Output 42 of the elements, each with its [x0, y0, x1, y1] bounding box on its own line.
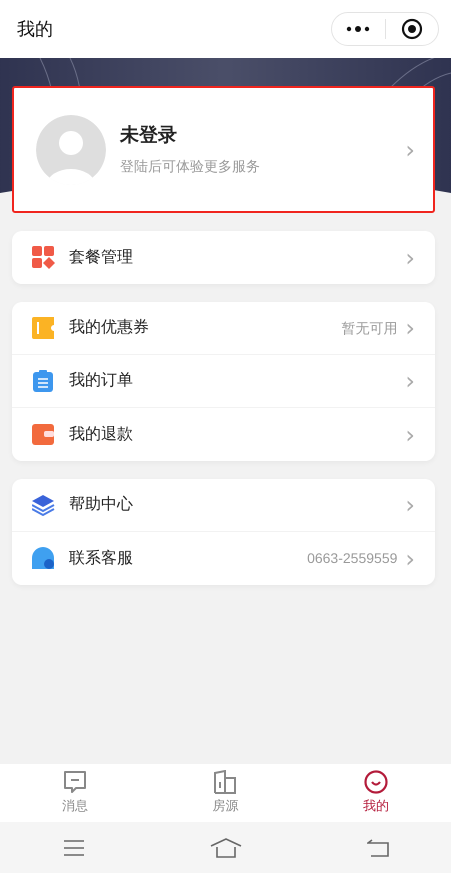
chevron-icon: ›	[405, 546, 415, 570]
grid-icon	[32, 246, 55, 269]
tab[interactable]: 消息	[0, 764, 150, 822]
tab[interactable]: 房源	[150, 764, 301, 822]
profile-hint: 登陆后可体验更多服务	[120, 157, 261, 176]
chevron-icon: ›	[405, 369, 415, 393]
chevron-icon: ›	[405, 493, 415, 517]
menu-item[interactable]: 联系客服 0663-2559559 ›	[12, 532, 435, 585]
clipboard-icon	[32, 370, 55, 392]
chevron-icon: ›	[405, 316, 415, 340]
avatar-icon	[36, 114, 106, 184]
message-icon	[63, 770, 88, 794]
menu-item[interactable]: 我的优惠券 暂无可用 ›	[12, 302, 435, 355]
smile-icon	[364, 770, 388, 794]
page-title: 我的	[17, 18, 53, 40]
close-icon[interactable]	[400, 18, 423, 40]
chevron-icon: ›	[405, 422, 415, 446]
menu-item[interactable]: 我的订单 ›	[12, 355, 435, 408]
menu-label: 联系客服	[69, 548, 134, 568]
profile-card[interactable]: 未登录 登陆后可体验更多服务 ›	[12, 86, 435, 213]
tab[interactable]: 我的	[300, 764, 451, 822]
wallet-icon	[32, 423, 55, 446]
menu-value: 0663-2559559	[307, 549, 398, 568]
menu-label: 我的订单	[69, 370, 134, 391]
profile-name: 未登录	[120, 124, 178, 148]
menu-label: 套餐管理	[69, 248, 134, 268]
home-icon[interactable]	[210, 838, 242, 858]
menu-label: 我的优惠券	[69, 318, 150, 338]
menu-item[interactable]: 帮助中心 ›	[12, 479, 435, 532]
menu-item[interactable]: 我的退款 ›	[12, 408, 435, 461]
menu-value: 暂无可用	[341, 318, 398, 338]
menu-label: 我的退款	[69, 424, 134, 444]
ticket-icon	[32, 316, 55, 340]
menu-label: 帮助中心	[69, 494, 134, 515]
chevron-icon: ›	[405, 138, 415, 162]
layers-icon	[32, 494, 55, 516]
menu-item[interactable]: 套餐管理 ›	[12, 231, 435, 284]
more-icon[interactable]	[346, 25, 370, 33]
back-icon[interactable]	[366, 838, 388, 856]
menu-icon[interactable]	[62, 838, 84, 856]
chevron-icon: ›	[405, 246, 415, 270]
building-icon	[213, 770, 238, 794]
